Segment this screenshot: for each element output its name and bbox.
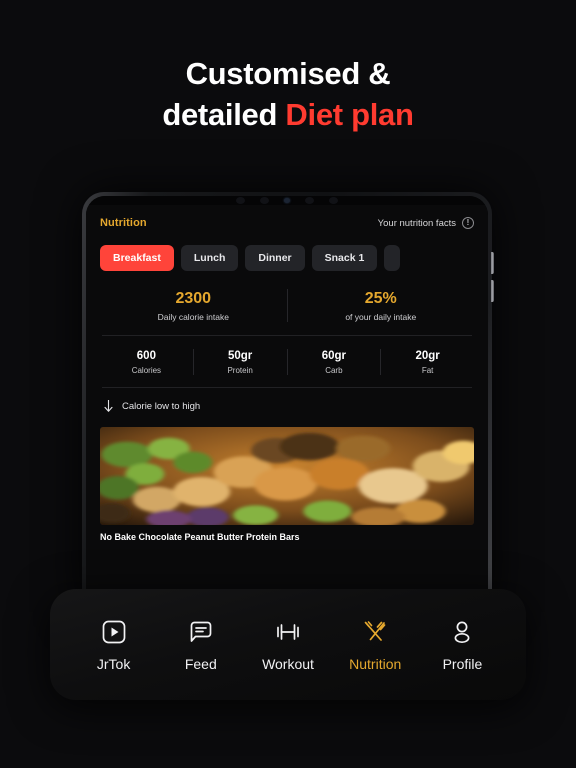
tab-snack-1[interactable]: Snack 1 xyxy=(311,245,378,271)
tablet-screen: Nutrition Your nutrition facts ! Breakfa… xyxy=(86,196,488,612)
nav-item-feed[interactable]: Feed xyxy=(157,618,244,672)
macro-calories: 600 Calories xyxy=(100,349,193,375)
tab-next-partial[interactable] xyxy=(384,245,401,271)
volume-down-button[interactable] xyxy=(491,280,494,302)
volume-up-button[interactable] xyxy=(491,252,494,274)
nav-label-feed: Feed xyxy=(184,655,217,672)
play-square-icon xyxy=(102,620,125,643)
dumbbell-icon xyxy=(277,623,299,640)
percent-daily-intake-stat: 25% of your daily intake xyxy=(286,289,475,322)
tab-lunch[interactable]: Lunch xyxy=(180,245,239,271)
macro-protein-label: Protein xyxy=(227,365,253,375)
app-header: Nutrition Your nutrition facts ! xyxy=(100,217,474,229)
meal-tabs[interactable]: Breakfast Lunch Dinner Snack 1 xyxy=(100,245,474,271)
sensor-dot-icon xyxy=(236,197,245,204)
nav-label-nutrition: Nutrition xyxy=(349,655,402,672)
food-card-image xyxy=(100,426,474,525)
nutrition-facts-link[interactable]: Your nutrition facts ! xyxy=(378,217,474,229)
app-screen-title: Nutrition xyxy=(100,217,147,229)
daily-calorie-intake-stat: 2300 Daily calorie intake xyxy=(100,289,287,322)
tablet-device-mockup: Nutrition Your nutrition facts ! Breakfa… xyxy=(82,192,494,612)
sensor-dot-icon xyxy=(260,197,269,204)
plated-food-photo xyxy=(100,426,474,525)
food-card[interactable]: No Bake Chocolate Peanut Butter Protein … xyxy=(100,426,474,542)
nav-item-profile[interactable]: Profile xyxy=(419,618,506,672)
nav-item-nutrition[interactable]: Nutrition xyxy=(332,618,419,672)
macro-fat-value: 20gr xyxy=(415,349,440,362)
sort-label: Calorie low to high xyxy=(122,400,201,412)
macro-carb-value: 60gr xyxy=(321,349,347,362)
sensor-dot-icon xyxy=(329,197,338,204)
intake-summary: 2300 Daily calorie intake 25% of your da… xyxy=(100,289,474,322)
sort-control[interactable]: Calorie low to high xyxy=(100,388,474,425)
arrow-down-icon xyxy=(104,399,113,412)
nutrition-facts-label: Your nutrition facts xyxy=(377,217,456,229)
person-icon xyxy=(454,621,470,643)
percent-daily-intake-value: 25% xyxy=(364,290,397,307)
bottom-navigation-bar: JrTok Feed Workout Nutrition Profile xyxy=(50,589,526,700)
nav-label-workout: Workout xyxy=(262,655,314,672)
front-camera-icon xyxy=(284,198,290,203)
nav-label-jrtok: JrTok xyxy=(96,655,131,672)
tab-breakfast[interactable]: Breakfast xyxy=(100,245,174,271)
macro-carb-label: Carb xyxy=(325,365,343,375)
fork-knife-icon xyxy=(364,620,386,641)
macro-summary: 600 Calories 50gr Protein 60gr Carb 20gr… xyxy=(100,336,474,387)
sensor-dot-icon xyxy=(305,197,314,204)
nav-item-jrtok[interactable]: JrTok xyxy=(70,618,157,672)
nav-label-profile: Profile xyxy=(442,655,483,672)
headline-line-2-plain: detailed xyxy=(162,96,286,132)
headline-line-2: detailed Diet plan xyxy=(0,95,576,136)
macro-fat-label: Fat xyxy=(421,365,434,375)
nav-item-workout[interactable]: Workout xyxy=(244,618,331,672)
headline-accent: Diet plan xyxy=(285,96,414,132)
food-card-title: No Bake Chocolate Peanut Butter Protein … xyxy=(100,531,300,542)
macro-protein: 50gr Protein xyxy=(192,348,287,375)
macro-fat: 20gr Fat xyxy=(380,348,474,375)
exclamation-circle-icon[interactable]: ! xyxy=(462,217,474,229)
sensor-bar xyxy=(86,196,488,205)
chat-bubble-icon xyxy=(190,621,212,642)
daily-calorie-intake-value: 2300 xyxy=(175,290,212,307)
macro-calories-label: Calories xyxy=(131,365,162,375)
macro-carb: 60gr Carb xyxy=(286,348,381,375)
macro-calories-value: 600 xyxy=(136,349,156,362)
tab-dinner[interactable]: Dinner xyxy=(245,245,305,271)
percent-daily-intake-label: of your daily intake xyxy=(345,311,417,322)
app-screen: Nutrition Your nutrition facts ! Breakfa… xyxy=(86,205,488,612)
page-title: Customised & detailed Diet plan xyxy=(0,54,576,136)
headline-line-1: Customised & xyxy=(185,56,391,91)
macro-protein-value: 50gr xyxy=(227,349,253,362)
tablet-frame: Nutrition Your nutrition facts ! Breakfa… xyxy=(82,192,494,612)
daily-calorie-intake-label: Daily calorie intake xyxy=(157,311,229,322)
